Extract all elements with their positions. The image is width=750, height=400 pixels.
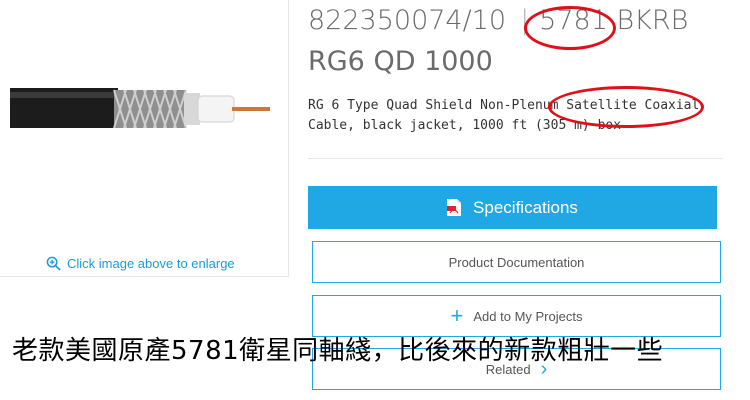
product-image-panel: Click image above to enlarge xyxy=(0,0,289,277)
enlarge-hint-text: Click image above to enlarge xyxy=(67,256,235,271)
product-name: RG6 QD 1000 xyxy=(308,46,493,77)
enlarge-image-link[interactable]: Click image above to enlarge xyxy=(46,256,235,271)
product-documentation-label: Product Documentation xyxy=(448,254,585,270)
part-separator: | xyxy=(520,5,530,36)
product-documentation-button[interactable]: Product Documentation xyxy=(312,241,721,283)
part-number: 822350074/10 xyxy=(308,5,507,36)
specifications-button[interactable]: Specifications xyxy=(308,186,717,229)
model-code: 5781 BKRB xyxy=(539,5,689,36)
pdf-icon xyxy=(447,199,462,216)
product-description: RG 6 Type Quad Shield Non-Plenum Satelli… xyxy=(308,98,700,133)
overlay-caption: 老款美國原產5781衛星同軸綫，比後來的新款粗壯一些 xyxy=(12,336,664,366)
coaxial-cable-image[interactable] xyxy=(10,70,278,148)
plus-icon: + xyxy=(450,303,464,328)
divider xyxy=(308,158,722,159)
add-to-projects-label: Add to My Projects xyxy=(473,308,583,324)
part-number-heading: 822350074/10 | 5781 BKRB xyxy=(308,5,688,36)
specifications-label: Specifications xyxy=(473,197,578,217)
magnify-plus-icon xyxy=(46,256,61,271)
